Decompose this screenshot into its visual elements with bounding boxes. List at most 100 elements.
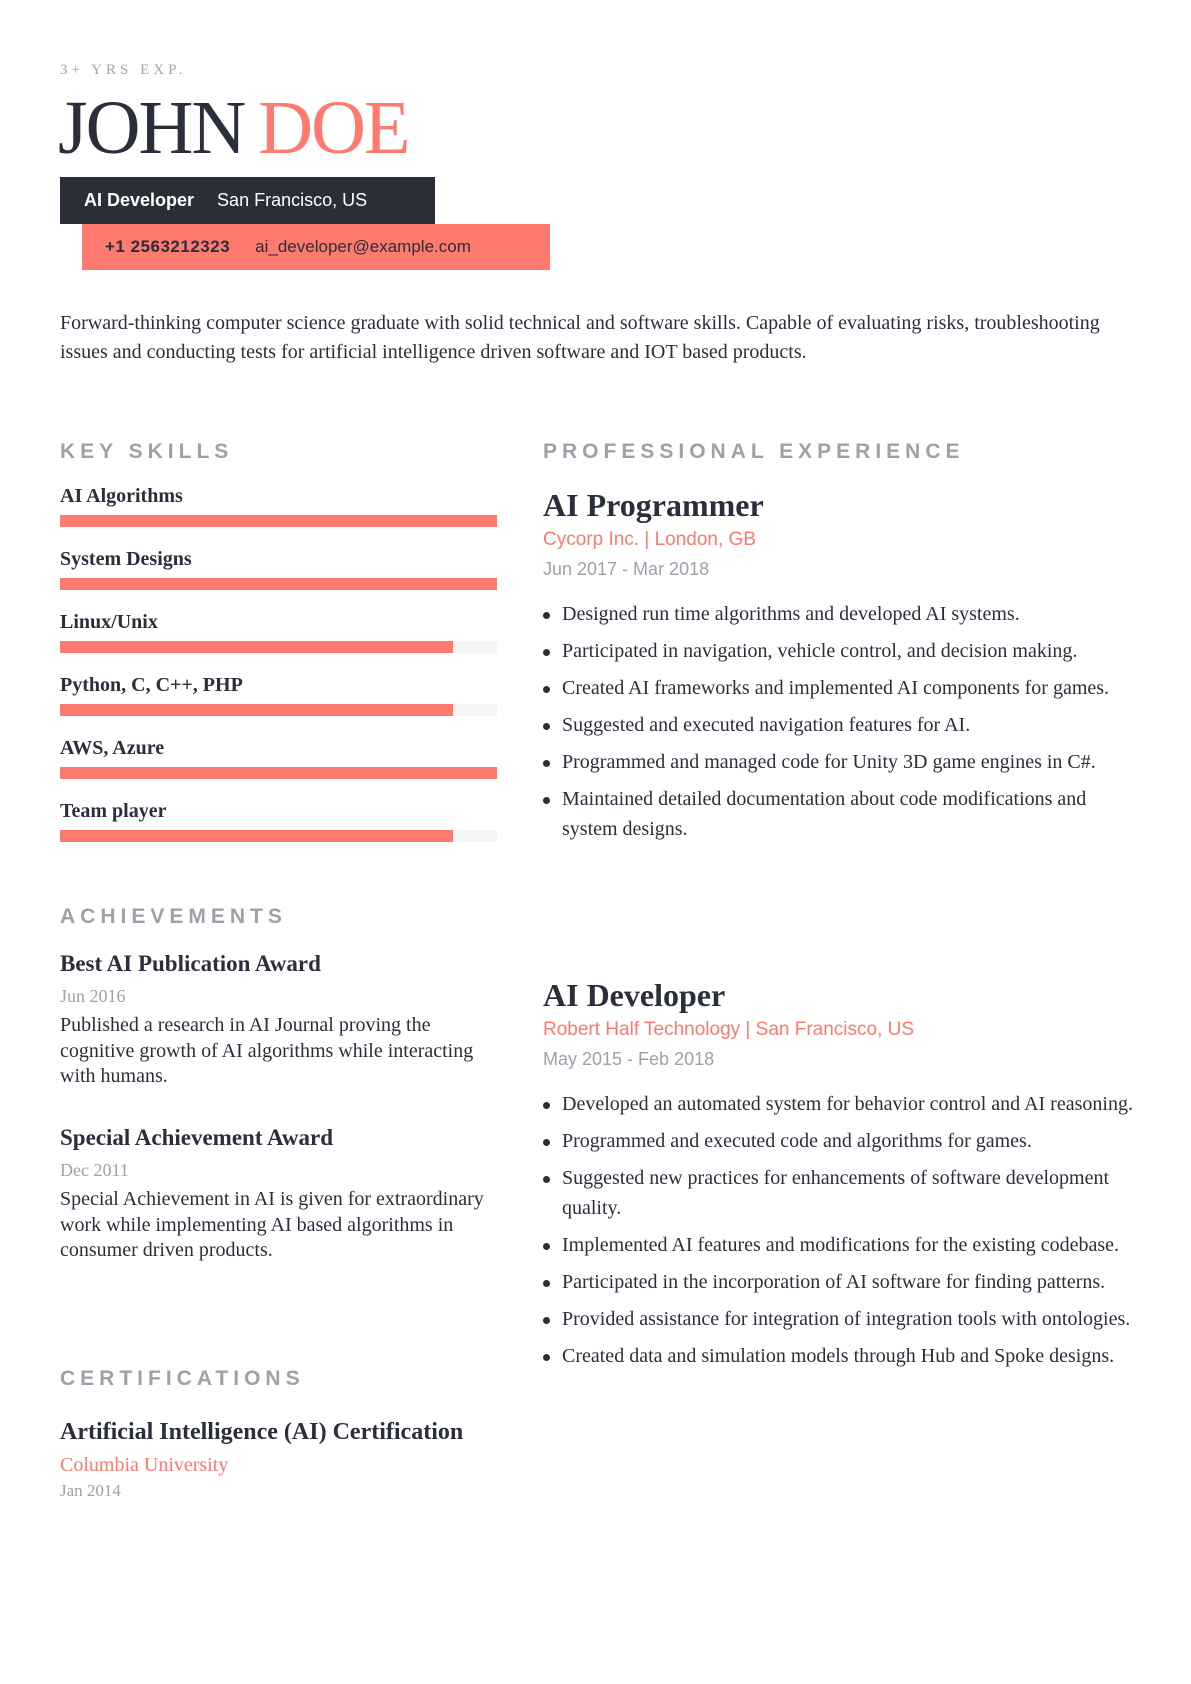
skill-level-bar	[60, 830, 497, 842]
location: San Francisco, US	[217, 190, 368, 210]
achievement-title: Best AI Publication Award	[60, 951, 321, 976]
role-location-bar: AI Developer San Francisco, US	[60, 177, 435, 224]
bullet-text: Designed run time algorithms and develop…	[562, 603, 1020, 625]
email-address[interactable]: ai_developer@example.com	[255, 237, 471, 257]
certification-organization: Columbia University	[60, 1454, 229, 1476]
skill-level-fill	[60, 830, 454, 842]
achievement-description: Special Achievement in AI is given for e…	[60, 1188, 484, 1261]
bullet-dot-icon	[543, 723, 550, 730]
bullet-text: Created AI frameworks and implemented AI…	[562, 677, 1110, 699]
job-title: AI Developer	[543, 977, 726, 1013]
bullet-text: Created data and simulation models throu…	[562, 1344, 1115, 1367]
bullet-dot-icon	[543, 612, 550, 619]
bullet-dot-icon	[543, 686, 550, 693]
bullet-dot-icon	[543, 797, 550, 804]
job-dates: Jun 2017 - Mar 2018	[543, 559, 710, 579]
bullet-text: Programmed and managed code for Unity 3D…	[562, 751, 1096, 773]
achievements-heading: ACHIEVEMENTS	[60, 905, 287, 928]
job-dates: May 2015 - Feb 2018	[543, 1049, 715, 1069]
skill-item: AWS, Azure	[60, 736, 497, 799]
skill-name: AI Algorithms	[60, 485, 183, 507]
skill-level-fill	[60, 515, 497, 527]
bullet-text: Maintained detailed documentation about …	[562, 788, 1087, 840]
bullet-item: Created data and simulation models throu…	[543, 1342, 1143, 1372]
bullet-dot-icon	[543, 1102, 550, 1109]
job-bullets: Designed run time algorithms and develop…	[543, 600, 1143, 844]
bullet-item: Suggested new practices for enhancements…	[543, 1164, 1143, 1223]
skill-level-fill	[60, 578, 497, 590]
skill-level-bar	[60, 578, 497, 590]
achievement-item: Special Achievement Award Dec 2011 Speci…	[60, 1123, 500, 1264]
certification-item: Artificial Intelligence (AI) Certificati…	[60, 1416, 500, 1503]
achievement-title: Special Achievement Award	[60, 1125, 333, 1150]
job-entry: AI Programmer Cycorp Inc. | London, GB J…	[543, 486, 1143, 852]
bullet-item: Programmed and executed code and algorit…	[543, 1127, 1143, 1157]
bullet-text: Participated in the incorporation of AI …	[562, 1270, 1106, 1293]
bullet-item: Created AI frameworks and implemented AI…	[543, 674, 1143, 704]
experience-heading: PROFESSIONAL EXPERIENCE	[543, 440, 965, 463]
skill-level-fill	[60, 704, 454, 716]
job-company: Cycorp Inc. | London, GB	[543, 529, 756, 550]
skill-name: Team player	[60, 800, 167, 822]
bullet-item: Participated in navigation, vehicle cont…	[543, 637, 1143, 667]
bullet-text: Participated in navigation, vehicle cont…	[562, 640, 1078, 662]
skill-name: System Designs	[60, 548, 192, 570]
bullet-dot-icon	[543, 1279, 550, 1287]
bullet-dot-icon	[543, 760, 550, 767]
bullet-item: Implemented AI features and modification…	[543, 1231, 1143, 1261]
certification-title: Artificial Intelligence (AI) Certificati…	[60, 1419, 464, 1445]
bullet-text: Provided assistance for integration of i…	[562, 1307, 1131, 1330]
role-title: AI Developer	[84, 190, 195, 210]
skill-level-bar	[60, 767, 497, 779]
bullet-item: Maintained detailed documentation about …	[543, 785, 1143, 844]
skill-level-fill	[60, 641, 454, 653]
skill-item: Team player	[60, 799, 497, 862]
bullet-item: Programmed and managed code for Unity 3D…	[543, 748, 1143, 778]
skill-level-bar	[60, 704, 497, 716]
contact-bar: +1 2563212323 ai_developer@example.com	[82, 224, 550, 270]
key-skills-heading: KEY SKILLS	[60, 440, 234, 463]
certifications-heading: CERTIFICATIONS	[60, 1367, 305, 1390]
achievement-date: Jun 2016	[60, 986, 126, 1006]
bullet-dot-icon	[543, 649, 550, 656]
bullet-item: Provided assistance for integration of i…	[543, 1305, 1143, 1335]
bullet-dot-icon	[543, 1139, 550, 1146]
skills-list: AI Algorithms System Designs Linux/Unix …	[60, 484, 497, 862]
bullet-item: Suggested and executed navigation featur…	[543, 711, 1143, 741]
bullet-text: Suggested new practices for enhancements…	[562, 1167, 1110, 1219]
experience-tag: 3+ YRS EXP.	[60, 62, 187, 78]
job-title: AI Programmer	[543, 487, 764, 523]
skill-level-fill	[60, 767, 497, 779]
bullet-dot-icon	[543, 1176, 550, 1183]
skill-level-bar	[60, 641, 497, 653]
achievement-description: Published a research in AI Journal provi…	[60, 1014, 474, 1087]
bullet-item: Designed run time algorithms and develop…	[543, 600, 1143, 630]
skill-name: Python, C, C++, PHP	[60, 674, 243, 696]
bullet-text: Suggested and executed navigation featur…	[562, 714, 971, 736]
achievement-date: Dec 2011	[60, 1160, 129, 1180]
bullet-item: Developed an automated system for behavi…	[543, 1090, 1143, 1120]
job-entry: AI Developer Robert Half Technology | Sa…	[543, 976, 1143, 1379]
skill-item: System Designs	[60, 547, 497, 610]
skill-level-bar	[60, 515, 497, 527]
skill-name: AWS, Azure	[60, 737, 165, 759]
phone-number[interactable]: +1 2563212323	[105, 237, 230, 257]
summary: Forward-thinking computer science gradua…	[60, 312, 1100, 363]
bullet-text: Programmed and executed code and algorit…	[562, 1130, 1032, 1152]
bullet-item: Participated in the incorporation of AI …	[543, 1268, 1143, 1298]
candidate-name: JOHN DOE	[58, 86, 410, 170]
skill-item: AI Algorithms	[60, 484, 497, 547]
last-name: DOE	[258, 86, 410, 170]
certification-date: Jan 2014	[60, 1481, 121, 1500]
first-name: JOHN	[58, 86, 246, 170]
bullet-text: Developed an automated system for behavi…	[562, 1093, 1133, 1115]
skill-name: Linux/Unix	[60, 611, 158, 633]
bullet-dot-icon	[543, 1242, 550, 1250]
skill-item: Linux/Unix	[60, 610, 497, 673]
skill-item: Python, C, C++, PHP	[60, 673, 497, 736]
job-bullets: Developed an automated system for behavi…	[543, 1090, 1143, 1371]
job-company: Robert Half Technology | San Francisco, …	[543, 1019, 915, 1040]
achievement-item: Best AI Publication Award Jun 2016 Publi…	[60, 949, 500, 1090]
bullet-text: Implemented AI features and modification…	[562, 1233, 1120, 1256]
bullet-dot-icon	[543, 1316, 550, 1324]
